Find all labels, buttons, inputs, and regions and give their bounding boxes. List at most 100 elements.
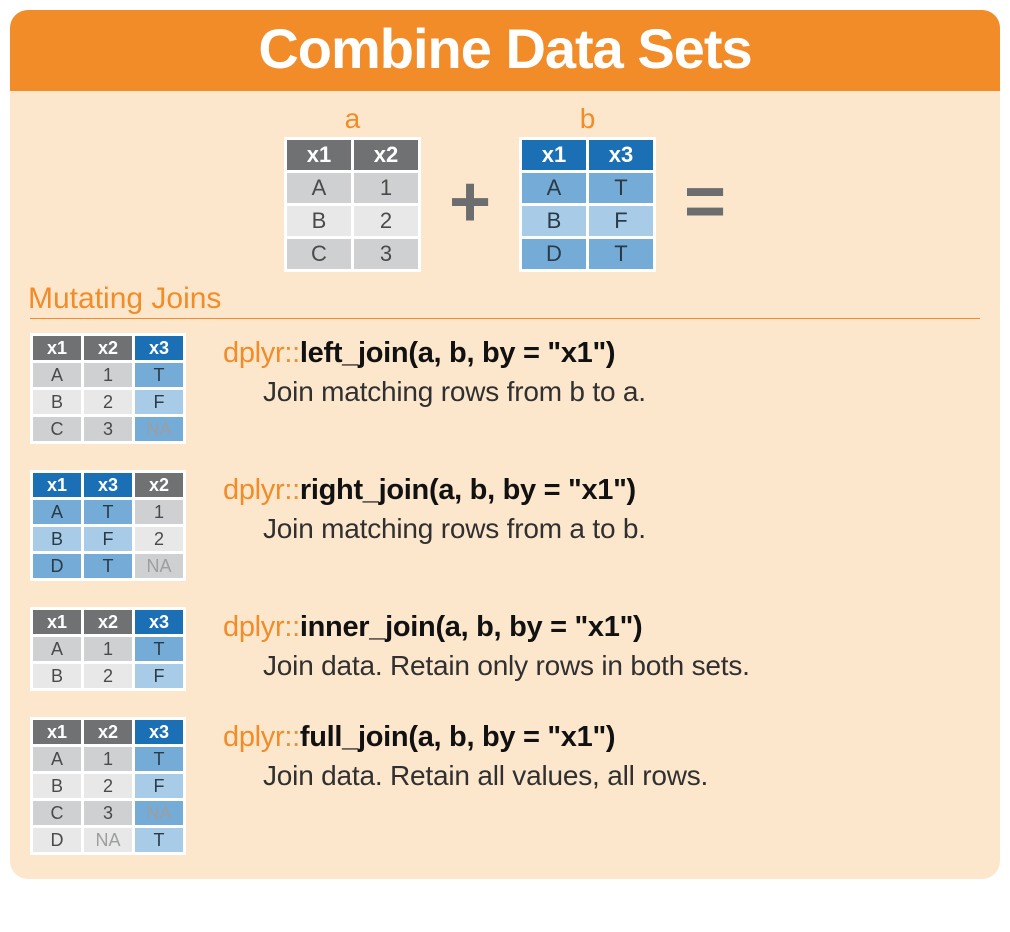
table-cell: C	[287, 239, 351, 269]
table-header: x3	[84, 473, 132, 497]
table-cell: D	[33, 554, 81, 578]
section-heading: Mutating Joins	[28, 282, 980, 316]
joins-container: x1x2x3A1TB2FC3NAdplyr::left_join(a, b, b…	[30, 333, 980, 855]
table-cell: B	[522, 206, 586, 236]
table-cell: T	[135, 828, 183, 852]
function-call: right_join(a, b, by = "x1")	[300, 474, 636, 506]
table-cell: C	[33, 801, 81, 825]
table-cell: NA	[135, 417, 183, 441]
table-cell: A	[33, 500, 81, 524]
body-area: a x1x2A1B2C3 + b x1x3ATBFDT = Mutating J…	[10, 91, 1000, 879]
divider	[30, 318, 980, 319]
join-result-table: x1x3x2AT1BF2DTNA	[30, 470, 195, 581]
join-description: Join matching rows from a to b.	[223, 513, 980, 545]
table-cell: 2	[84, 390, 132, 414]
table-cell: 3	[84, 417, 132, 441]
table-cell: A	[287, 173, 351, 203]
join-row-right-join: x1x3x2AT1BF2DTNAdplyr::right_join(a, b, …	[30, 470, 980, 581]
join-code: dplyr::full_join(a, b, by = "x1")	[223, 721, 980, 754]
page-title: Combine Data Sets	[10, 10, 1000, 91]
join-row-inner-join: x1x2x3A1TB2Fdplyr::inner_join(a, b, by =…	[30, 607, 980, 691]
namespace: dplyr::	[223, 721, 300, 753]
function-call: inner_join(a, b, by = "x1")	[300, 611, 643, 643]
intro-table-b-col: b x1x3ATBFDT	[519, 103, 656, 272]
table-cell: A	[522, 173, 586, 203]
namespace: dplyr::	[223, 474, 300, 506]
function-call: left_join(a, b, by = "x1")	[300, 337, 615, 369]
table-cell: 3	[84, 801, 132, 825]
table-cell: D	[522, 239, 586, 269]
table-cell: T	[84, 500, 132, 524]
intro-label-a: a	[345, 103, 361, 135]
intro-row: a x1x2A1B2C3 + b x1x3ATBFDT =	[30, 103, 980, 272]
intro-table-b: x1x3ATBFDT	[519, 137, 656, 272]
function-call: full_join(a, b, by = "x1")	[300, 721, 615, 753]
equals-icon: =	[684, 166, 726, 238]
table-cell: T	[84, 554, 132, 578]
table-cell: B	[287, 206, 351, 236]
cheatsheet-card: Combine Data Sets a x1x2A1B2C3 + b x1x3A…	[10, 10, 1000, 879]
intro-table-a: x1x2A1B2C3	[284, 137, 421, 272]
plus-icon: +	[449, 166, 491, 238]
join-description: Join matching rows from b to a.	[223, 376, 980, 408]
join-code: dplyr::inner_join(a, b, by = "x1")	[223, 611, 980, 644]
join-result-table: x1x2x3 A1T B2F C3NA	[30, 333, 195, 444]
namespace: dplyr::	[223, 611, 300, 643]
table-header: x3	[135, 610, 183, 634]
table-header: x1	[33, 720, 81, 744]
table-cell: 3	[354, 239, 418, 269]
join-text: dplyr::right_join(a, b, by = "x1")Join m…	[223, 470, 980, 545]
table-cell: 2	[135, 527, 183, 551]
table-header: x3	[589, 140, 653, 170]
intro-table-a-col: a x1x2A1B2C3	[284, 103, 421, 272]
table-header: x2	[135, 473, 183, 497]
table-cell: F	[135, 664, 183, 688]
table-cell: NA	[84, 828, 132, 852]
table-cell: T	[135, 747, 183, 771]
table-header: x1	[287, 140, 351, 170]
table-cell: 1	[354, 173, 418, 203]
table-header: x1	[33, 610, 81, 634]
table-cell: A	[33, 637, 81, 661]
table-header: x3	[135, 336, 183, 360]
table-cell: NA	[135, 554, 183, 578]
table-cell: C	[33, 417, 81, 441]
table-header: x1	[522, 140, 586, 170]
table-cell: T	[135, 637, 183, 661]
join-result-table: x1x2x3A1TB2F	[30, 607, 195, 691]
table-header: x1	[33, 336, 81, 360]
table-cell: 1	[84, 637, 132, 661]
table-header: x3	[135, 720, 183, 744]
table-cell: 1	[84, 747, 132, 771]
table-header: x2	[84, 720, 132, 744]
table-cell: T	[589, 239, 653, 269]
table-cell: A	[33, 363, 81, 387]
join-code: dplyr::right_join(a, b, by = "x1")	[223, 474, 980, 507]
table-cell: NA	[135, 801, 183, 825]
table-cell: B	[33, 527, 81, 551]
table-cell: B	[33, 774, 81, 798]
join-result-table: x1x2x3A1TB2FC3NADNAT	[30, 717, 195, 855]
join-row-left-join: x1x2x3A1TB2FC3NA dplyr::left_join(a, b, b…	[30, 333, 980, 444]
table-cell: T	[135, 363, 183, 387]
table-cell: D	[33, 828, 81, 852]
table-cell: A	[33, 747, 81, 771]
table-cell: B	[33, 390, 81, 414]
join-text: dplyr::inner_join(a, b, by = "x1")Join d…	[223, 607, 980, 682]
table-header: x2	[84, 336, 132, 360]
table-cell: 2	[84, 664, 132, 688]
table-cell: 2	[84, 774, 132, 798]
join-row-full-join: x1x2x3A1TB2FC3NADNATdplyr::full_join(a, …	[30, 717, 980, 855]
join-text: dplyr::full_join(a, b, by = "x1")Join da…	[223, 717, 980, 792]
join-description: Join data. Retain all values, all rows.	[223, 760, 980, 792]
table-cell: B	[33, 664, 81, 688]
table-cell: F	[135, 774, 183, 798]
namespace: dplyr::	[223, 337, 300, 369]
table-header: x2	[354, 140, 418, 170]
join-text: dplyr::left_join(a, b, by = "x1")Join ma…	[223, 333, 980, 408]
table-cell: F	[84, 527, 132, 551]
table-cell: 1	[84, 363, 132, 387]
table-cell: F	[135, 390, 183, 414]
table-cell: F	[589, 206, 653, 236]
join-code: dplyr::left_join(a, b, by = "x1")	[223, 337, 980, 370]
